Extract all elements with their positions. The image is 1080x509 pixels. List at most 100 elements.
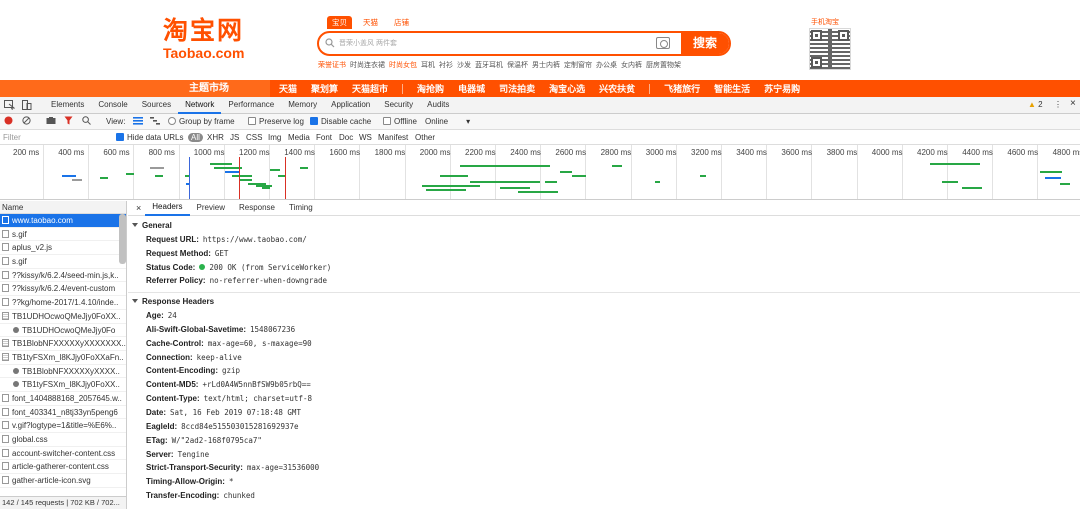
filter-type-doc[interactable]: Doc — [339, 133, 353, 142]
warnings-indicator[interactable]: ▲ 2 — [1028, 100, 1043, 109]
request-row[interactable]: s.gif — [0, 255, 126, 269]
hot-search-word[interactable]: 时尚连衣裙 — [350, 60, 385, 70]
detail-tab-timing[interactable]: Timing — [282, 201, 320, 215]
hot-search-word[interactable]: 蓝牙耳机 — [475, 60, 503, 70]
request-row[interactable]: TB1BlobNFXXXXXyXXXXXXX.. — [0, 337, 126, 351]
search-icon[interactable] — [82, 116, 91, 127]
filter-type-ws[interactable]: WS — [359, 133, 372, 142]
request-row[interactable]: TB1UDHOcwoQMeJjy0FoXX.. — [0, 310, 126, 324]
hot-search-word[interactable]: 办公桌 — [596, 60, 617, 70]
camera-capture-icon[interactable] — [46, 116, 56, 127]
filter-icon[interactable] — [64, 116, 73, 127]
waterfall-icon[interactable] — [150, 116, 160, 127]
inspect-element-icon[interactable] — [4, 100, 15, 110]
request-row[interactable]: aplus_v2.js — [0, 241, 126, 256]
devtools-tab-sources[interactable]: Sources — [135, 97, 178, 114]
group-by-frame-option[interactable]: Group by frame — [168, 117, 235, 126]
hot-search-word[interactable]: 定制窗帘 — [564, 60, 592, 70]
preserve-log-option[interactable]: Preserve log — [248, 117, 304, 126]
request-row[interactable]: v.gif?logtype=1&title=%E6%.. — [0, 419, 126, 433]
request-row[interactable]: ??kissy/k/6.2.4/seed-min.js,k.. — [0, 269, 126, 283]
nav-item[interactable]: 淘宝心选 — [549, 82, 585, 95]
request-row[interactable]: s.gif — [0, 228, 126, 242]
filter-type-css[interactable]: CSS — [246, 133, 262, 142]
network-overview-timeline[interactable]: 200 ms 400 ms 600 ms 800 ms 1000 ms 1200 ms 14… — [0, 145, 1080, 200]
filter-type-media[interactable]: Media — [288, 133, 310, 142]
large-rows-icon[interactable] — [133, 116, 143, 127]
general-section-header[interactable]: General — [128, 220, 1080, 232]
group-by-frame-checkbox[interactable] — [168, 117, 176, 125]
request-list-scrollbar[interactable] — [119, 214, 126, 264]
request-row[interactable]: gather-article-icon.svg — [0, 474, 126, 488]
devtools-tab-security[interactable]: Security — [377, 97, 420, 114]
detail-tab-headers[interactable]: Headers — [145, 201, 190, 216]
devtools-tab-performance[interactable]: Performance — [221, 97, 281, 114]
throttle-select[interactable]: Online ▾ — [425, 117, 470, 126]
nav-item[interactable]: 司法拍卖 — [499, 82, 535, 95]
offline-checkbox[interactable] — [383, 117, 391, 125]
mobile-taobao-label[interactable]: 手机淘宝 — [811, 17, 839, 27]
filter-type-xhr[interactable]: XHR — [207, 133, 224, 142]
nav-item[interactable]: 智能生活 — [714, 82, 750, 95]
filter-type-img[interactable]: Img — [268, 133, 281, 142]
disable-cache-option[interactable]: Disable cache — [310, 117, 371, 126]
nav-item[interactable]: 淘抢购 — [417, 82, 444, 95]
taobao-logo[interactable]: 淘宝网 Taobao.com — [163, 17, 257, 63]
search-box[interactable]: 晋荣小盖风 两件套 搜索 — [317, 31, 731, 56]
filter-type-font[interactable]: Font — [316, 133, 332, 142]
hot-search-word[interactable]: 时尚女包 — [389, 60, 417, 70]
hot-search-word[interactable]: 荣誉证书 — [318, 60, 346, 70]
nav-theme-market[interactable]: 主题市场 — [0, 80, 270, 97]
close-detail-icon[interactable]: × — [134, 201, 145, 215]
devtools-tab-network[interactable]: Network — [178, 97, 222, 114]
clear-icon[interactable] — [22, 116, 31, 127]
devtools-tab-console[interactable]: Console — [91, 97, 134, 114]
hot-search-word[interactable]: 厨房置物架 — [646, 60, 681, 70]
hot-search-word[interactable]: 衬衫 — [439, 60, 453, 70]
hot-search-word[interactable]: 女内裤 — [621, 60, 642, 70]
search-tab-tmall[interactable]: 天猫 — [358, 16, 383, 29]
record-icon[interactable] — [4, 116, 13, 127]
detail-tab-response[interactable]: Response — [232, 201, 282, 215]
close-devtools-icon[interactable]: × — [1070, 98, 1076, 109]
device-toolbar-icon[interactable] — [21, 100, 32, 110]
nav-item[interactable]: 聚划算 — [311, 82, 338, 95]
response-headers-header[interactable]: Response Headers — [128, 296, 1080, 308]
search-tab-shops[interactable]: 店铺 — [389, 16, 414, 29]
search-tab-items[interactable]: 宝贝 — [327, 16, 352, 29]
request-row[interactable]: TB1UDHOcwoQMeJjy0Fo — [0, 324, 126, 338]
devtools-tab-application[interactable]: Application — [324, 97, 377, 114]
hot-search-word[interactable]: 沙发 — [457, 60, 471, 70]
request-row[interactable]: font_1404888168_2057645.w.. — [0, 392, 126, 406]
search-button[interactable]: 搜索 — [681, 33, 729, 54]
nav-item[interactable]: 兴农扶贫 — [599, 82, 635, 95]
search-input[interactable]: 晋荣小盖风 两件套 — [339, 38, 397, 48]
nav-item[interactable]: 天猫 — [279, 82, 297, 95]
more-menu-icon[interactable]: ⋮ — [1054, 100, 1062, 109]
request-row[interactable]: article-gatherer-content.css — [0, 460, 126, 475]
filter-input[interactable]: Filter — [3, 133, 21, 142]
request-row[interactable]: account-switcher-content.css — [0, 447, 126, 461]
nav-item[interactable]: 天猫超市 — [352, 82, 388, 95]
hide-data-urls-checkbox[interactable] — [116, 133, 124, 141]
detail-tab-preview[interactable]: Preview — [190, 201, 232, 215]
request-row[interactable]: font_403341_n8tj33yn5peng6 — [0, 406, 126, 420]
filter-type-js[interactable]: JS — [230, 133, 239, 142]
camera-icon[interactable] — [656, 37, 670, 49]
request-row[interactable]: global.css — [0, 433, 126, 447]
filter-type-manifest[interactable]: Manifest — [378, 133, 408, 142]
request-row[interactable]: www.taobao.com — [0, 214, 126, 228]
preserve-log-checkbox[interactable] — [248, 117, 256, 125]
request-row[interactable]: ??kg/home-2017/1.4.10/inde.. — [0, 296, 126, 310]
hot-search-word[interactable]: 男士内裤 — [532, 60, 560, 70]
filter-type-other[interactable]: Other — [415, 133, 435, 142]
devtools-tab-elements[interactable]: Elements — [44, 97, 91, 114]
devtools-tab-memory[interactable]: Memory — [281, 97, 324, 114]
request-row[interactable]: TB1tyFSXm_l8KJjy0FoXX.. — [0, 378, 126, 392]
nav-item[interactable]: 苏宁易购 — [764, 82, 800, 95]
nav-item[interactable]: 电器城 — [458, 82, 485, 95]
disable-cache-checkbox[interactable] — [310, 117, 318, 125]
hide-data-urls-option[interactable]: Hide data URLs — [116, 133, 183, 142]
offline-option[interactable]: Offline — [383, 117, 417, 126]
nav-item[interactable]: 飞猪旅行 — [664, 82, 700, 95]
